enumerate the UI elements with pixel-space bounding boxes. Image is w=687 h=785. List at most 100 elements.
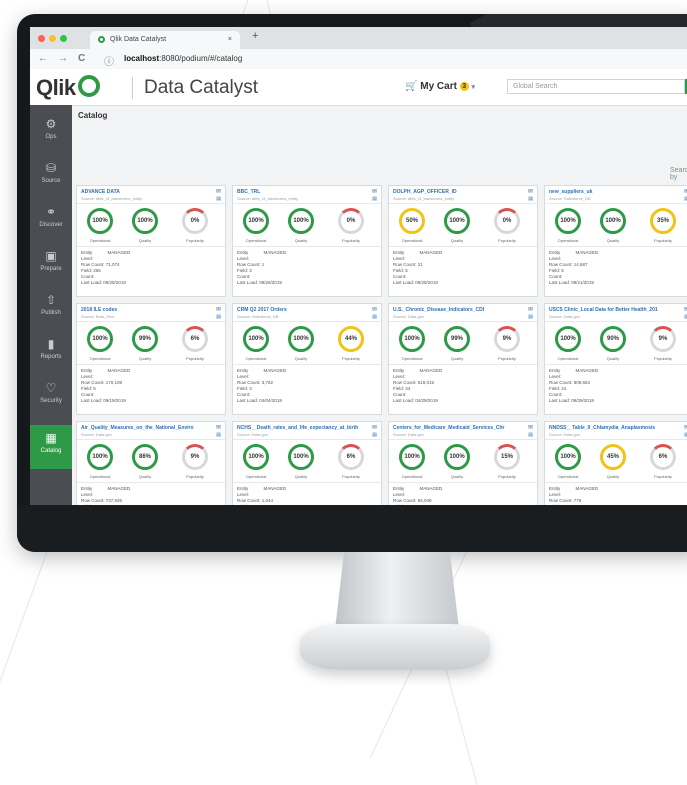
bookmark-icon[interactable]: ▤ (216, 432, 221, 438)
sidebar-item-label: Ops (45, 134, 57, 140)
card-title[interactable]: ADVANCE DATA (81, 189, 120, 195)
catalog-card[interactable]: USCS Clinic_Local Data for Better Health… (544, 303, 687, 415)
close-window-dot[interactable] (38, 35, 45, 42)
gauge-label: Quality (450, 238, 464, 243)
divider (77, 321, 225, 322)
chat-icon[interactable]: ✉ (528, 424, 533, 431)
meta-label: Last Load: (549, 280, 571, 285)
chat-icon[interactable]: ✉ (216, 306, 221, 313)
card-title[interactable]: NCHS__Death_rates_and_life_expectancy_at… (237, 425, 358, 431)
sidebar-item-catalog[interactable]: ▦ Catalog (30, 425, 72, 469)
catalog-card[interactable]: U.S._Chronic_Disease_Indicators_CDI Sourc… (388, 303, 538, 415)
card-title[interactable]: CRM Q2 2017 Orders (237, 307, 287, 313)
catalog-card[interactable]: 2018 ILE codes Source: Beta_Hive ✉ ▤ 100% Ope… (76, 303, 226, 415)
card-title[interactable]: Centers_for_Medicare_Medicaid_Services_C… (393, 425, 504, 431)
my-cart-button[interactable]: 🛒 My Cart 3 ▾ (405, 81, 475, 92)
sidebar-item-label: Source (41, 178, 61, 184)
sidebar-item-publish[interactable]: ⇧ Publish (30, 287, 72, 331)
catalog-card[interactable]: Air_Quality_Measures_on_the_National_Env… (76, 421, 226, 505)
back-arrow-icon[interactable]: ← (38, 53, 48, 64)
score-gauge: 0% (494, 208, 520, 234)
catalog-card[interactable]: CRM Q2 2017 Orders Source: Salesforce_DB ✉… (232, 303, 382, 415)
chat-icon[interactable]: ✉ (372, 188, 377, 195)
card-title[interactable]: DOLPH_AGP_OFFICER_ID (393, 189, 457, 195)
card-title[interactable]: BBC_TRL (237, 189, 260, 195)
close-tab-icon[interactable]: × (228, 31, 232, 49)
sidebar-item-ops[interactable]: ⚙ Ops (30, 111, 72, 155)
qlik-logo[interactable]: Qlik (36, 75, 100, 101)
score-gauge: 100% (444, 444, 470, 470)
sidebar-item-source[interactable]: ⛁ Source (30, 155, 72, 199)
catalog-card[interactable]: ADVANCE DATA Source: dbfs_r3_transforms_e… (76, 185, 226, 297)
card-metadata: Entity MANAGED Level: Row Count: 3,762 Fiel… (237, 368, 286, 404)
chat-icon[interactable]: ✉ (528, 188, 533, 195)
browser-tab[interactable]: Qlik Data Catalyst × (90, 31, 240, 49)
bookmark-icon[interactable]: ▤ (528, 196, 533, 202)
gauge-label: Operational (89, 474, 111, 479)
score-gauge: 100% (243, 444, 269, 470)
sidebar-item-security[interactable]: ♡ Security (30, 375, 72, 419)
chat-icon[interactable]: ✉ (372, 306, 377, 313)
chat-icon[interactable]: ✉ (372, 424, 377, 431)
gauge-label: Operational (557, 474, 579, 479)
card-source: Source: Data.gov (549, 432, 580, 437)
card-title[interactable]: 2018 ILE codes (81, 307, 117, 313)
new-tab-button[interactable]: + (252, 30, 258, 42)
divider (545, 321, 687, 322)
bookmark-icon[interactable]: ▤ (216, 196, 221, 202)
sidebar-item-label: Reports (40, 354, 62, 360)
bookmark-icon[interactable]: ▤ (372, 196, 377, 202)
bookmark-icon[interactable]: ▤ (528, 432, 533, 438)
card-title[interactable]: NNDSS__Table_II_Chlamydia_Anaplasmosis (549, 425, 655, 431)
card-source: Source: Data.gov (393, 432, 424, 437)
meta-lastload: Last Load: 04/04/2019 (237, 398, 286, 404)
card-source: Source: dbfs_r3_transforms_entity (237, 196, 299, 201)
divider (545, 364, 687, 365)
card-metadata: Entity MANAGEDLevel:Row Count: 737,835Fi… (81, 486, 130, 505)
card-title[interactable]: USCS Clinic_Local Data for Better Health… (549, 307, 658, 313)
reload-icon[interactable]: C (78, 53, 85, 64)
meta-label: Entity (81, 250, 93, 255)
score-gauge: 9% (650, 326, 676, 352)
card-title[interactable]: U.S._Chronic_Disease_Indicators_CDI (393, 307, 484, 313)
card-title[interactable]: Air_Quality_Measures_on_the_National_Env… (81, 425, 194, 431)
card-metadata: Entity MANAGED Level: Row Count: 14,687 Fie… (549, 250, 598, 286)
meta-value: 737,835 (105, 498, 123, 503)
url-field[interactable]: localhost:8080/podium/#/catalog (124, 54, 242, 63)
catalog-card[interactable]: Centers_for_Medicare_Medicaid_Services_C… (388, 421, 538, 505)
catalog-card[interactable]: NNDSS__Table_II_Chlamydia_Anaplasmosis So… (544, 421, 687, 505)
minimize-window-dot[interactable] (49, 35, 56, 42)
catalog-card[interactable]: BBC_TRL Source: dbfs_r3_transforms_entity… (232, 185, 382, 297)
chat-icon[interactable]: ✉ (216, 188, 221, 195)
forward-arrow-icon[interactable]: → (58, 53, 68, 64)
score-gauge: 100% (399, 326, 425, 352)
cart-count-badge: 3 (459, 82, 469, 91)
score-gauge: 6% (182, 326, 208, 352)
sidebar-item-reports[interactable]: ▮ Reports (30, 331, 72, 375)
catalog-card[interactable]: new_suppliers_uk Source: Salesforce_DB ✉ ▤ 1… (544, 185, 687, 297)
bookmark-icon[interactable]: ▤ (528, 314, 533, 320)
maximize-window-dot[interactable] (60, 35, 67, 42)
sidebar-item-discover[interactable]: ⚭ Discover (30, 199, 72, 243)
bookmark-icon[interactable]: ▤ (216, 314, 221, 320)
meta-label: Row Count: (237, 262, 261, 267)
catalog-card[interactable]: NCHS__Death_rates_and_life_expectancy_at… (232, 421, 382, 505)
meta-value: MANAGED (419, 368, 443, 373)
address-bar: ← → C ⓘ localhost:8080/podium/#/catalog (30, 49, 687, 70)
score-gauge: 9% (182, 444, 208, 470)
gauge-label: Operational (89, 238, 111, 243)
sidebar-item-prepare[interactable]: ▣ Prepare (30, 243, 72, 287)
bookmark-icon[interactable]: ▤ (372, 432, 377, 438)
catalog-card[interactable]: DOLPH_AGP_OFFICER_ID Source: dbfs_r3_tran… (388, 185, 538, 297)
bar-chart-icon: ▮ (47, 337, 55, 351)
search-by-field[interactable]: Search by (670, 167, 687, 181)
bookmark-icon[interactable]: ▤ (372, 314, 377, 320)
score-gauge: 100% (288, 208, 314, 234)
global-search-input[interactable]: Global Search (507, 79, 685, 94)
chat-icon[interactable]: ✉ (216, 424, 221, 431)
card-metadata: Entity MANAGEDLevel:Row Count: 1,044Fiel… (237, 486, 286, 505)
card-title[interactable]: new_suppliers_uk (549, 189, 592, 195)
chat-icon[interactable]: ✉ (528, 306, 533, 313)
meta-lastload: Last Load: 09/21/2019 (549, 280, 598, 286)
divider (233, 364, 381, 365)
